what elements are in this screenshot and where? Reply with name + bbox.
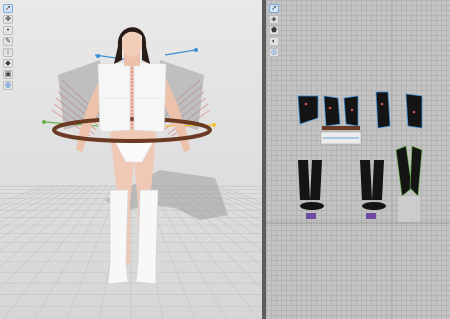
belt-pattern-piece[interactable] [322,126,360,130]
select-mesh-icon[interactable]: ➚ [3,4,13,13]
fold-icon[interactable]: ✎ [3,37,13,46]
corset-pattern-pieces[interactable] [395,145,423,222]
3d-toolbar: ➚ ✥ • ✎ ↕ ◆ ▣ ◍ [3,4,15,90]
sewing-icon[interactable]: ◐ [269,37,279,46]
clo3d-window: ➚ ✥ • ✎ ↕ ◆ ▣ ◍ ➚ ◈ ⬟ ◐ ◎ [0,0,450,319]
measure-icon[interactable]: ↕ [3,48,13,57]
left-boot[interactable] [107,189,129,285]
avatar-face [122,31,142,57]
2d-toolbar: ➚ ◈ ⬟ ◐ ◎ [269,4,281,57]
arrange-point-icon[interactable]: ◆ [3,59,13,68]
vest-front-left-pattern[interactable] [97,61,131,133]
edit-point-icon[interactable]: ◈ [269,15,279,24]
pattern-layout [266,0,450,319]
pin-icon[interactable]: • [3,26,13,35]
simulation-icon[interactable]: ◍ [3,81,13,90]
3d-viewport[interactable]: ➚ ✥ • ✎ ↕ ◆ ▣ ◍ [0,0,262,319]
create-pattern-icon[interactable]: ⬟ [269,26,279,35]
avatar-with-garment[interactable] [0,0,262,319]
transform-pattern-icon[interactable]: ➚ [269,4,279,13]
vest-front-right-pattern[interactable] [133,61,167,133]
purple-pattern-pieces[interactable] [306,213,376,219]
move-icon[interactable]: ✥ [3,15,13,24]
fabric-icon[interactable]: ▣ [3,70,13,79]
boot-pattern-pieces[interactable] [298,160,386,210]
vest-pattern-pieces[interactable] [297,91,423,129]
texture-icon[interactable]: ◎ [269,48,279,57]
right-boot[interactable] [135,189,159,285]
2d-pattern-window[interactable]: ➚ ◈ ⬟ ◐ ◎ [266,0,450,319]
